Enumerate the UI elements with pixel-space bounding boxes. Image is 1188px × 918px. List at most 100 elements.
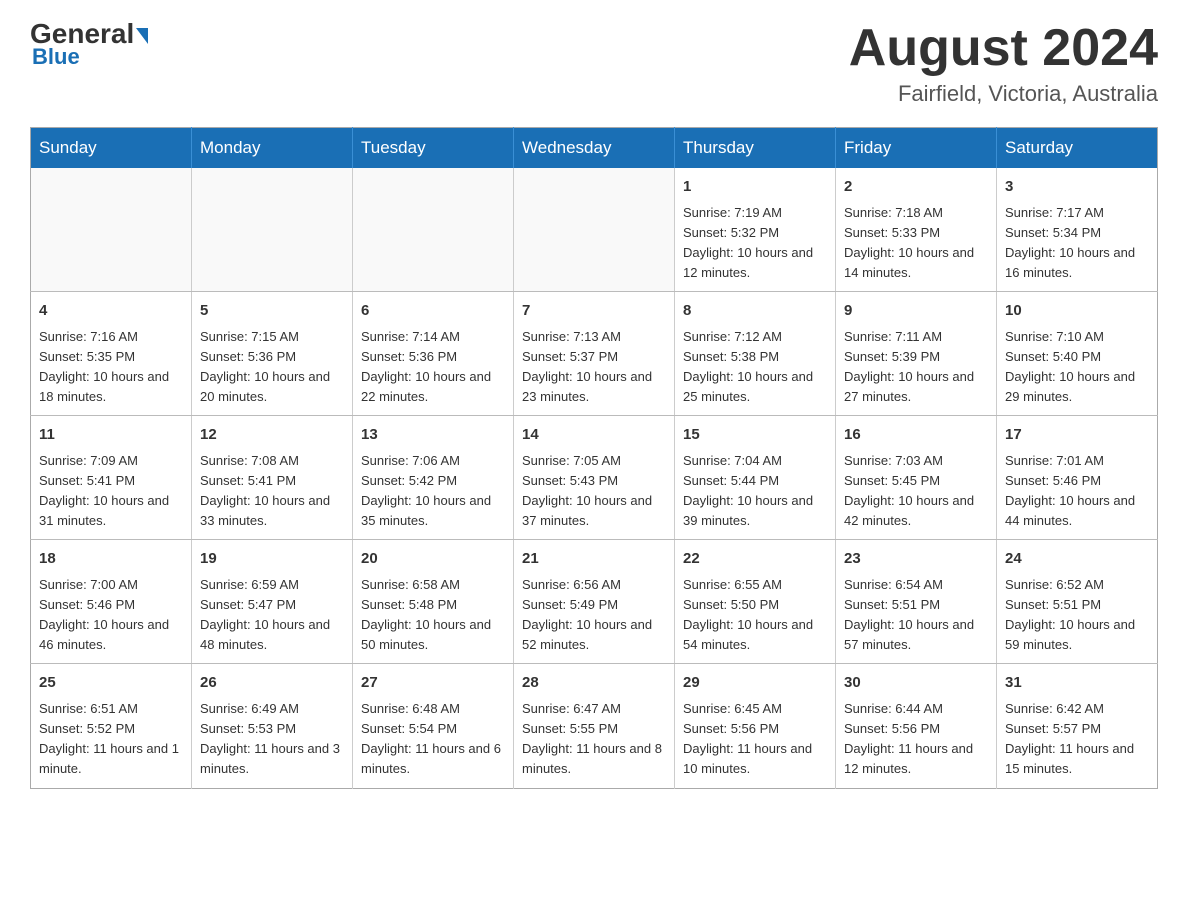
day-number: 16 <box>844 424 988 447</box>
calendar-cell-w4-d1: 18 Sunrise: 7:00 AM Sunset: 5:46 PM Dayli… <box>31 540 192 664</box>
day-number: 17 <box>1005 424 1149 447</box>
day-number: 6 <box>361 300 505 323</box>
calendar-cell-w4-d4: 21 Sunrise: 6:56 AM Sunset: 5:49 PM Dayli… <box>514 540 675 664</box>
calendar-cell-w5-d4: 28 Sunrise: 6:47 AM Sunset: 5:55 PM Dayli… <box>514 664 675 788</box>
col-monday: Monday <box>192 128 353 169</box>
calendar-cell-w5-d5: 29 Sunrise: 6:45 AM Sunset: 5:56 PM Dayli… <box>675 664 836 788</box>
day-number: 3 <box>1005 176 1149 199</box>
day-info: Sunrise: 6:47 AM Sunset: 5:55 PM Dayligh… <box>522 699 666 780</box>
title-area: August 2024 Fairfield, Victoria, Austral… <box>849 20 1158 107</box>
page-header: General Blue August 2024 Fairfield, Vict… <box>30 20 1158 107</box>
calendar-cell-w5-d1: 25 Sunrise: 6:51 AM Sunset: 5:52 PM Dayli… <box>31 664 192 788</box>
logo: General Blue <box>30 20 148 70</box>
calendar-cell-w1-d6: 2Sunrise: 7:18 AM Sunset: 5:33 PM Daylig… <box>836 168 997 292</box>
col-tuesday: Tuesday <box>353 128 514 169</box>
day-number: 2 <box>844 176 988 199</box>
day-number: 14 <box>522 424 666 447</box>
col-friday: Friday <box>836 128 997 169</box>
day-info: Sunrise: 7:19 AM Sunset: 5:32 PM Dayligh… <box>683 203 827 284</box>
day-number: 29 <box>683 672 827 695</box>
calendar-cell-w5-d3: 27 Sunrise: 6:48 AM Sunset: 5:54 PM Dayli… <box>353 664 514 788</box>
day-info: Sunrise: 7:05 AM Sunset: 5:43 PM Dayligh… <box>522 451 666 532</box>
day-info: Sunrise: 6:45 AM Sunset: 5:56 PM Dayligh… <box>683 699 827 780</box>
location-title: Fairfield, Victoria, Australia <box>849 81 1158 107</box>
day-info: Sunrise: 6:56 AM Sunset: 5:49 PM Dayligh… <box>522 575 666 656</box>
day-number: 20 <box>361 548 505 571</box>
calendar-cell-w2-d7: 10 Sunrise: 7:10 AM Sunset: 5:40 PM Dayli… <box>997 292 1158 416</box>
day-info: Sunrise: 6:48 AM Sunset: 5:54 PM Dayligh… <box>361 699 505 780</box>
day-info: Sunrise: 6:49 AM Sunset: 5:53 PM Dayligh… <box>200 699 344 780</box>
day-info: Sunrise: 7:10 AM Sunset: 5:40 PM Dayligh… <box>1005 327 1149 408</box>
week-row-5: 25 Sunrise: 6:51 AM Sunset: 5:52 PM Dayli… <box>31 664 1158 788</box>
week-row-2: 4Sunrise: 7:16 AM Sunset: 5:35 PM Daylig… <box>31 292 1158 416</box>
week-row-4: 18 Sunrise: 7:00 AM Sunset: 5:46 PM Dayli… <box>31 540 1158 664</box>
day-info: Sunrise: 7:04 AM Sunset: 5:44 PM Dayligh… <box>683 451 827 532</box>
calendar-cell-w3-d2: 12 Sunrise: 7:08 AM Sunset: 5:41 PM Dayli… <box>192 416 353 540</box>
day-info: Sunrise: 7:06 AM Sunset: 5:42 PM Dayligh… <box>361 451 505 532</box>
day-number: 27 <box>361 672 505 695</box>
calendar-cell-w5-d2: 26 Sunrise: 6:49 AM Sunset: 5:53 PM Dayli… <box>192 664 353 788</box>
calendar-cell-w1-d2 <box>192 168 353 292</box>
logo-blue: Blue <box>30 44 80 70</box>
day-info: Sunrise: 7:08 AM Sunset: 5:41 PM Dayligh… <box>200 451 344 532</box>
day-number: 12 <box>200 424 344 447</box>
day-info: Sunrise: 7:15 AM Sunset: 5:36 PM Dayligh… <box>200 327 344 408</box>
calendar-cell-w2-d5: 8 Sunrise: 7:12 AM Sunset: 5:38 PM Daylig… <box>675 292 836 416</box>
day-number: 7 <box>522 300 666 323</box>
month-title: August 2024 <box>849 20 1158 77</box>
week-row-3: 11 Sunrise: 7:09 AM Sunset: 5:41 PM Dayli… <box>31 416 1158 540</box>
calendar-cell-w1-d7: 3 Sunrise: 7:17 AM Sunset: 5:34 PM Daylig… <box>997 168 1158 292</box>
col-thursday: Thursday <box>675 128 836 169</box>
day-number: 9 <box>844 300 988 323</box>
day-info: Sunrise: 7:11 AM Sunset: 5:39 PM Dayligh… <box>844 327 988 408</box>
day-number: 26 <box>200 672 344 695</box>
col-sunday: Sunday <box>31 128 192 169</box>
col-saturday: Saturday <box>997 128 1158 169</box>
calendar-cell-w5-d7: 31Sunrise: 6:42 AM Sunset: 5:57 PM Dayli… <box>997 664 1158 788</box>
day-info: Sunrise: 6:59 AM Sunset: 5:47 PM Dayligh… <box>200 575 344 656</box>
calendar-cell-w5-d6: 30Sunrise: 6:44 AM Sunset: 5:56 PM Dayli… <box>836 664 997 788</box>
day-info: Sunrise: 6:55 AM Sunset: 5:50 PM Dayligh… <box>683 575 827 656</box>
day-number: 15 <box>683 424 827 447</box>
calendar-cell-w1-d3 <box>353 168 514 292</box>
calendar-cell-w3-d1: 11 Sunrise: 7:09 AM Sunset: 5:41 PM Dayli… <box>31 416 192 540</box>
day-info: Sunrise: 7:00 AM Sunset: 5:46 PM Dayligh… <box>39 575 183 656</box>
day-info: Sunrise: 7:12 AM Sunset: 5:38 PM Dayligh… <box>683 327 827 408</box>
calendar-cell-w2-d3: 6Sunrise: 7:14 AM Sunset: 5:36 PM Daylig… <box>353 292 514 416</box>
calendar-cell-w4-d5: 22 Sunrise: 6:55 AM Sunset: 5:50 PM Dayli… <box>675 540 836 664</box>
calendar-table: Sunday Monday Tuesday Wednesday Thursday… <box>30 127 1158 788</box>
day-info: Sunrise: 7:13 AM Sunset: 5:37 PM Dayligh… <box>522 327 666 408</box>
calendar-cell-w4-d6: 23Sunrise: 6:54 AM Sunset: 5:51 PM Dayli… <box>836 540 997 664</box>
calendar-cell-w2-d4: 7 Sunrise: 7:13 AM Sunset: 5:37 PM Daylig… <box>514 292 675 416</box>
day-info: Sunrise: 6:51 AM Sunset: 5:52 PM Dayligh… <box>39 699 183 780</box>
day-number: 1 <box>683 176 827 199</box>
calendar-cell-w2-d2: 5 Sunrise: 7:15 AM Sunset: 5:36 PM Daylig… <box>192 292 353 416</box>
day-number: 11 <box>39 424 183 447</box>
day-number: 19 <box>200 548 344 571</box>
col-wednesday: Wednesday <box>514 128 675 169</box>
day-number: 10 <box>1005 300 1149 323</box>
calendar-cell-w2-d1: 4Sunrise: 7:16 AM Sunset: 5:35 PM Daylig… <box>31 292 192 416</box>
day-number: 24 <box>1005 548 1149 571</box>
calendar-cell-w3-d7: 17 Sunrise: 7:01 AM Sunset: 5:46 PM Dayli… <box>997 416 1158 540</box>
day-info: Sunrise: 7:09 AM Sunset: 5:41 PM Dayligh… <box>39 451 183 532</box>
day-number: 5 <box>200 300 344 323</box>
day-number: 28 <box>522 672 666 695</box>
day-number: 8 <box>683 300 827 323</box>
calendar-cell-w4-d3: 20Sunrise: 6:58 AM Sunset: 5:48 PM Dayli… <box>353 540 514 664</box>
calendar-cell-w4-d2: 19 Sunrise: 6:59 AM Sunset: 5:47 PM Dayli… <box>192 540 353 664</box>
calendar-cell-w3-d6: 16Sunrise: 7:03 AM Sunset: 5:45 PM Dayli… <box>836 416 997 540</box>
day-number: 21 <box>522 548 666 571</box>
day-number: 22 <box>683 548 827 571</box>
day-info: Sunrise: 6:44 AM Sunset: 5:56 PM Dayligh… <box>844 699 988 780</box>
calendar-cell-w3-d5: 15 Sunrise: 7:04 AM Sunset: 5:44 PM Dayli… <box>675 416 836 540</box>
calendar-cell-w1-d4 <box>514 168 675 292</box>
day-info: Sunrise: 6:52 AM Sunset: 5:51 PM Dayligh… <box>1005 575 1149 656</box>
day-number: 25 <box>39 672 183 695</box>
day-number: 18 <box>39 548 183 571</box>
day-info: Sunrise: 7:17 AM Sunset: 5:34 PM Dayligh… <box>1005 203 1149 284</box>
calendar-cell-w1-d5: 1 Sunrise: 7:19 AM Sunset: 5:32 PM Daylig… <box>675 168 836 292</box>
day-info: Sunrise: 7:01 AM Sunset: 5:46 PM Dayligh… <box>1005 451 1149 532</box>
day-number: 23 <box>844 548 988 571</box>
day-info: Sunrise: 6:42 AM Sunset: 5:57 PM Dayligh… <box>1005 699 1149 780</box>
